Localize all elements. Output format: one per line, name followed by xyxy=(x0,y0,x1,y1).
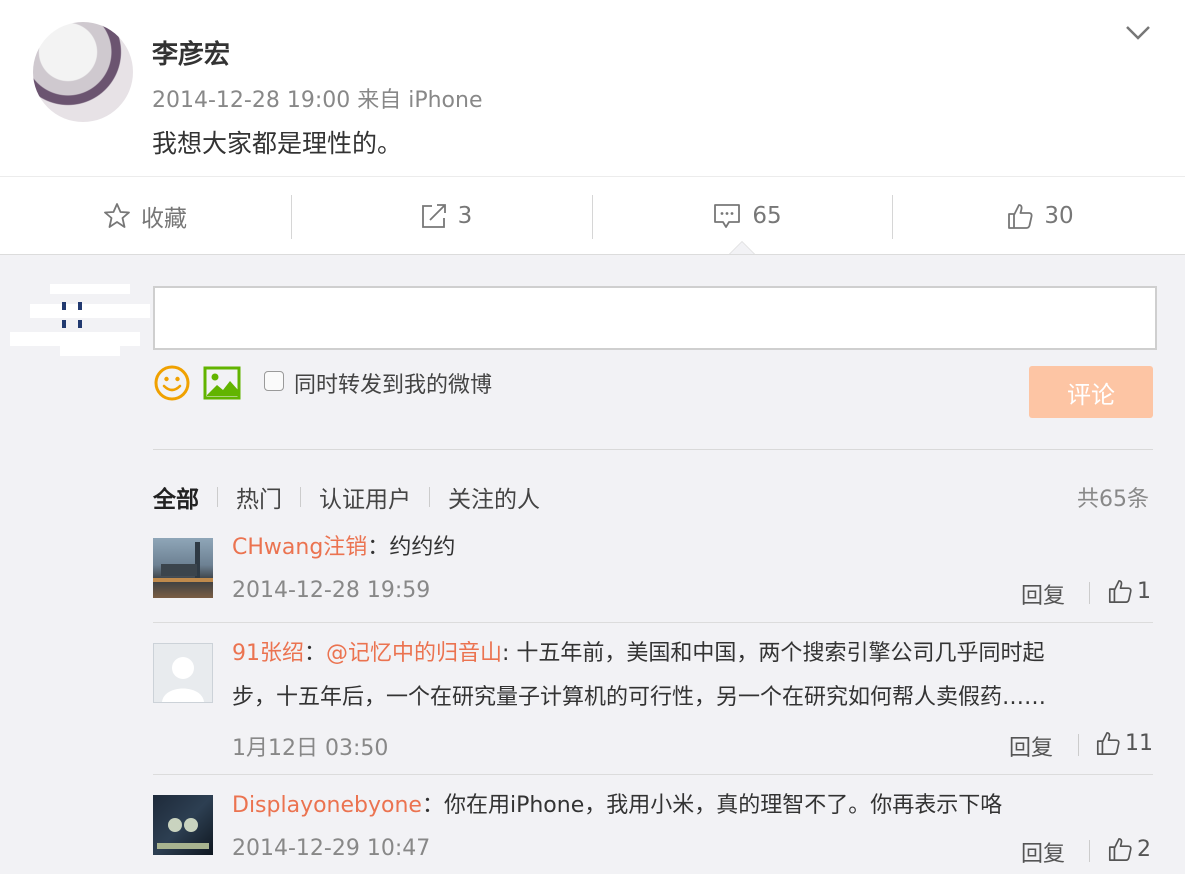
comment-time: 2014-12-28 19:59 xyxy=(232,578,431,603)
comment-like-count: 2 xyxy=(1137,836,1151,862)
thumbs-up-icon xyxy=(1096,731,1120,755)
action-bar: 收藏 3 65 30 xyxy=(0,176,1185,255)
filter-hot[interactable]: 热门 xyxy=(236,480,282,514)
filter-all[interactable]: 全部 xyxy=(153,480,199,514)
image-icon[interactable] xyxy=(203,366,241,400)
repost-option-label: 同时转发到我的微博 xyxy=(294,373,493,398)
emoji-icon[interactable] xyxy=(153,364,191,402)
reply-button[interactable]: 回复 xyxy=(1021,836,1065,868)
like-button[interactable]: 30 xyxy=(895,177,1185,255)
comment-count: 65 xyxy=(752,203,782,229)
filter-following[interactable]: 关注的人 xyxy=(448,480,540,514)
submit-comment-button[interactable]: 评论 xyxy=(1029,366,1153,418)
divider xyxy=(153,622,1153,623)
comment-text: CHwang注销：约约约 xyxy=(232,535,456,560)
divider xyxy=(592,195,593,239)
comment-avatar[interactable] xyxy=(153,795,213,855)
favorite-button[interactable]: 收藏 xyxy=(0,177,290,255)
comment-avatar[interactable] xyxy=(153,538,213,598)
reply-button[interactable]: 回复 xyxy=(1021,578,1065,610)
thumbs-up-icon xyxy=(1108,837,1132,861)
comment-like-button[interactable]: 1 xyxy=(1107,578,1151,604)
comment-like-count: 11 xyxy=(1125,730,1153,756)
comment-total: 共65条 xyxy=(1077,487,1149,512)
filter-separator xyxy=(300,487,301,507)
comment-text: 91张绍：@记忆中的归音山: 十五年前，美国和中国，两个搜索引擎公司几乎同时起 … xyxy=(232,641,1047,710)
post-meta: 2014-12-28 19:00 来自 iPhone xyxy=(152,88,483,113)
favorite-label: 收藏 xyxy=(141,206,187,232)
repost-icon xyxy=(421,204,446,228)
comment-like-count: 1 xyxy=(1137,578,1151,604)
comment-user[interactable]: 91张绍 xyxy=(232,641,304,666)
divider xyxy=(291,195,292,239)
my-avatar xyxy=(10,284,150,356)
comment-avatar[interactable] xyxy=(153,643,213,703)
active-tab-caret xyxy=(730,242,754,254)
divider xyxy=(153,774,1153,775)
filter-verified[interactable]: 认证用户 xyxy=(319,480,411,514)
like-count: 30 xyxy=(1044,203,1074,229)
chevron-down-icon[interactable] xyxy=(1124,20,1152,44)
star-icon xyxy=(104,203,130,228)
filter-separator xyxy=(217,487,218,507)
author-avatar[interactable] xyxy=(33,22,133,122)
repost-checkbox[interactable] xyxy=(264,371,284,391)
post-text: 我想大家都是理性的。 xyxy=(152,129,403,158)
action-separator xyxy=(1078,734,1079,756)
comment-user[interactable]: Displayonebyone xyxy=(232,793,422,818)
comment-time: 1月12日 03:50 xyxy=(232,736,389,761)
comment-like-button[interactable]: 2 xyxy=(1107,836,1151,862)
comment-text: Displayonebyone：你在用iPhone，我用小米，真的理智不了。你再… xyxy=(232,793,1003,818)
comment-time: 2014-12-29 10:47 xyxy=(232,836,431,861)
comment-icon xyxy=(714,204,741,228)
divider xyxy=(153,449,1153,450)
thumbs-up-icon xyxy=(1008,204,1033,229)
thumbs-up-icon xyxy=(1108,579,1132,603)
author-name[interactable]: 李彦宏 xyxy=(152,34,230,71)
filter-separator xyxy=(429,487,430,507)
comment-like-button[interactable]: 11 xyxy=(1095,730,1153,756)
post-card: 李彦宏 2014-12-28 19:00 来自 iPhone 我想大家都是理性的… xyxy=(0,0,1185,255)
repost-count: 3 xyxy=(457,203,473,229)
comment-filters: 全部 热门 认证用户 关注的人 xyxy=(153,480,540,514)
action-separator xyxy=(1089,840,1090,862)
reply-button[interactable]: 回复 xyxy=(1009,730,1053,762)
comment-input[interactable] xyxy=(153,286,1157,350)
repost-button[interactable]: 3 xyxy=(301,177,591,255)
action-separator xyxy=(1089,582,1090,604)
divider xyxy=(892,195,893,239)
mention-link[interactable]: @记忆中的归音山 xyxy=(326,641,502,666)
comment-user[interactable]: CHwang注销 xyxy=(232,535,367,560)
